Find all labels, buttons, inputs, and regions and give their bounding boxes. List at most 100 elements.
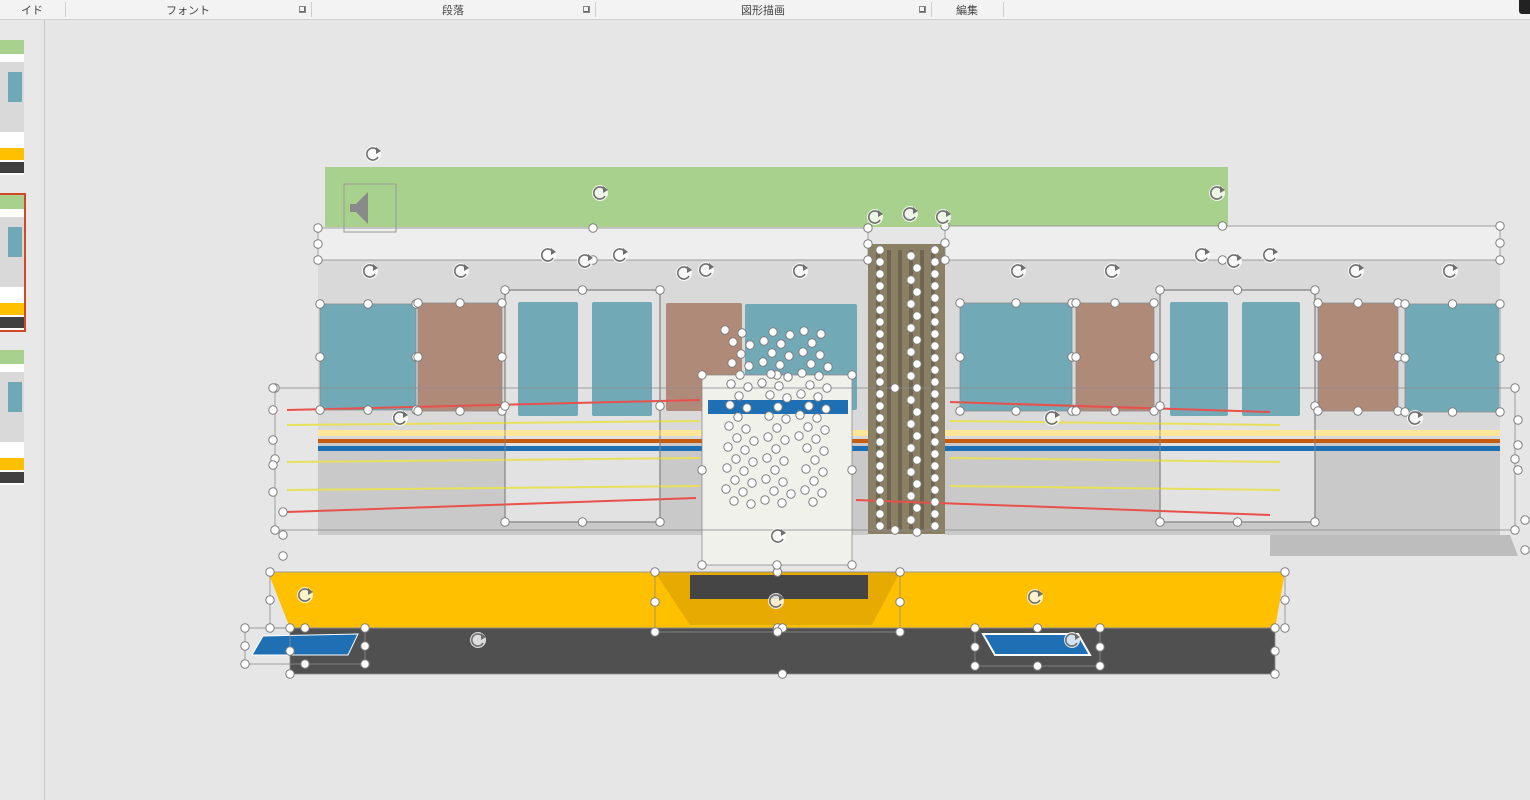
resize-handle[interactable] bbox=[930, 473, 940, 483]
window-panel[interactable] bbox=[1318, 303, 1398, 411]
resize-handle[interactable] bbox=[940, 238, 950, 248]
resize-handle[interactable] bbox=[721, 484, 731, 494]
resize-handle[interactable] bbox=[776, 339, 786, 349]
resize-handle[interactable] bbox=[745, 340, 755, 350]
resize-handle[interactable] bbox=[930, 437, 940, 447]
resize-handle[interactable] bbox=[732, 433, 742, 443]
resize-handle[interactable] bbox=[300, 659, 310, 669]
resize-handle[interactable] bbox=[906, 419, 916, 429]
resize-handle[interactable] bbox=[875, 341, 885, 351]
door-window[interactable] bbox=[518, 302, 578, 416]
window-glass[interactable] bbox=[960, 303, 1072, 411]
resize-handle[interactable] bbox=[847, 560, 857, 570]
dialog-launcher-icon[interactable] bbox=[299, 6, 306, 13]
resize-handle[interactable] bbox=[777, 669, 788, 679]
resize-handle[interactable] bbox=[912, 431, 922, 441]
resize-handle[interactable] bbox=[795, 410, 805, 420]
resize-handle[interactable] bbox=[955, 352, 965, 362]
resize-handle[interactable] bbox=[912, 527, 922, 537]
resize-handle[interactable] bbox=[863, 239, 873, 249]
rotate-handle-icon[interactable] bbox=[1262, 247, 1278, 263]
resize-handle[interactable] bbox=[875, 245, 885, 255]
rotate-handle-icon[interactable] bbox=[1027, 589, 1043, 605]
resize-handle[interactable] bbox=[970, 661, 980, 671]
resize-handle[interactable] bbox=[780, 435, 790, 445]
rotate-handle-icon[interactable] bbox=[1104, 263, 1120, 279]
resize-handle[interactable] bbox=[930, 245, 940, 255]
resize-handle[interactable] bbox=[1513, 465, 1523, 475]
resize-handle[interactable] bbox=[760, 495, 770, 505]
resize-handle[interactable] bbox=[875, 389, 885, 399]
rotate-handle-icon[interactable] bbox=[365, 146, 381, 162]
resize-handle[interactable] bbox=[1513, 415, 1523, 425]
door-window[interactable] bbox=[592, 302, 652, 416]
resize-handle[interactable] bbox=[268, 487, 278, 497]
resize-handle[interactable] bbox=[847, 465, 857, 475]
resize-handle[interactable] bbox=[970, 642, 980, 652]
resize-handle[interactable] bbox=[265, 623, 275, 633]
resize-handle[interactable] bbox=[363, 299, 373, 309]
resize-handle[interactable] bbox=[906, 347, 916, 357]
resize-handle[interactable] bbox=[875, 365, 885, 375]
resize-handle[interactable] bbox=[930, 365, 940, 375]
resize-handle[interactable] bbox=[875, 509, 885, 519]
resize-handle[interactable] bbox=[906, 371, 916, 381]
resize-handle[interactable] bbox=[728, 337, 738, 347]
platform-marker-left[interactable] bbox=[251, 633, 359, 656]
resize-handle[interactable] bbox=[930, 497, 940, 507]
resize-handle[interactable] bbox=[767, 348, 777, 358]
resize-handle[interactable] bbox=[863, 255, 873, 265]
resize-handle[interactable] bbox=[806, 359, 816, 369]
resize-handle[interactable] bbox=[906, 515, 916, 525]
resize-handle[interactable] bbox=[1095, 642, 1105, 652]
rotate-handle-icon[interactable] bbox=[770, 528, 786, 544]
resize-handle[interactable] bbox=[875, 461, 885, 471]
resize-handle[interactable] bbox=[794, 431, 804, 441]
roof-band-shape[interactable] bbox=[325, 167, 1228, 227]
resize-handle[interactable] bbox=[655, 401, 665, 411]
resize-handle[interactable] bbox=[771, 444, 781, 454]
resize-handle[interactable] bbox=[930, 377, 940, 387]
slide-canvas[interactable] bbox=[45, 20, 1530, 800]
resize-handle[interactable] bbox=[772, 423, 782, 433]
rotate-handle-icon[interactable] bbox=[698, 262, 714, 278]
resize-handle[interactable] bbox=[802, 443, 812, 453]
resize-handle[interactable] bbox=[588, 223, 598, 233]
resize-handle[interactable] bbox=[744, 361, 754, 371]
rotate-handle-icon[interactable] bbox=[392, 410, 408, 426]
resize-handle[interactable] bbox=[734, 391, 744, 401]
resize-handle[interactable] bbox=[766, 369, 776, 379]
resize-handle[interactable] bbox=[875, 521, 885, 531]
resize-handle[interactable] bbox=[777, 498, 787, 508]
resize-handle[interactable] bbox=[819, 446, 829, 456]
resize-handle[interactable] bbox=[240, 641, 250, 651]
resize-handle[interactable] bbox=[313, 255, 323, 265]
resize-handle[interactable] bbox=[1270, 669, 1280, 679]
resize-handle[interactable] bbox=[1353, 298, 1363, 308]
rotate-handle-icon[interactable] bbox=[768, 593, 784, 609]
resize-handle[interactable] bbox=[455, 298, 465, 308]
resize-handle[interactable] bbox=[240, 659, 250, 669]
resize-handle[interactable] bbox=[1520, 545, 1530, 555]
resize-handle[interactable] bbox=[940, 255, 950, 265]
resize-handle[interactable] bbox=[315, 352, 325, 362]
resize-handle[interactable] bbox=[363, 405, 373, 415]
resize-handle[interactable] bbox=[1495, 353, 1505, 363]
resize-handle[interactable] bbox=[497, 352, 507, 362]
resize-handle[interactable] bbox=[930, 425, 940, 435]
rotate-handle-icon[interactable] bbox=[935, 209, 951, 225]
resize-handle[interactable] bbox=[912, 383, 922, 393]
resize-handle[interactable] bbox=[1232, 285, 1243, 295]
resize-handle[interactable] bbox=[577, 517, 588, 527]
rotate-handle-icon[interactable] bbox=[867, 209, 883, 225]
resize-handle[interactable] bbox=[265, 595, 275, 605]
resize-handle[interactable] bbox=[1510, 525, 1520, 535]
resize-handle[interactable] bbox=[875, 401, 885, 411]
resize-handle[interactable] bbox=[1495, 407, 1505, 417]
resize-handle[interactable] bbox=[1495, 238, 1505, 248]
resize-handle[interactable] bbox=[1155, 285, 1165, 295]
resize-handle[interactable] bbox=[930, 389, 940, 399]
resize-handle[interactable] bbox=[729, 496, 739, 506]
resize-handle[interactable] bbox=[875, 377, 885, 387]
resize-handle[interactable] bbox=[930, 509, 940, 519]
